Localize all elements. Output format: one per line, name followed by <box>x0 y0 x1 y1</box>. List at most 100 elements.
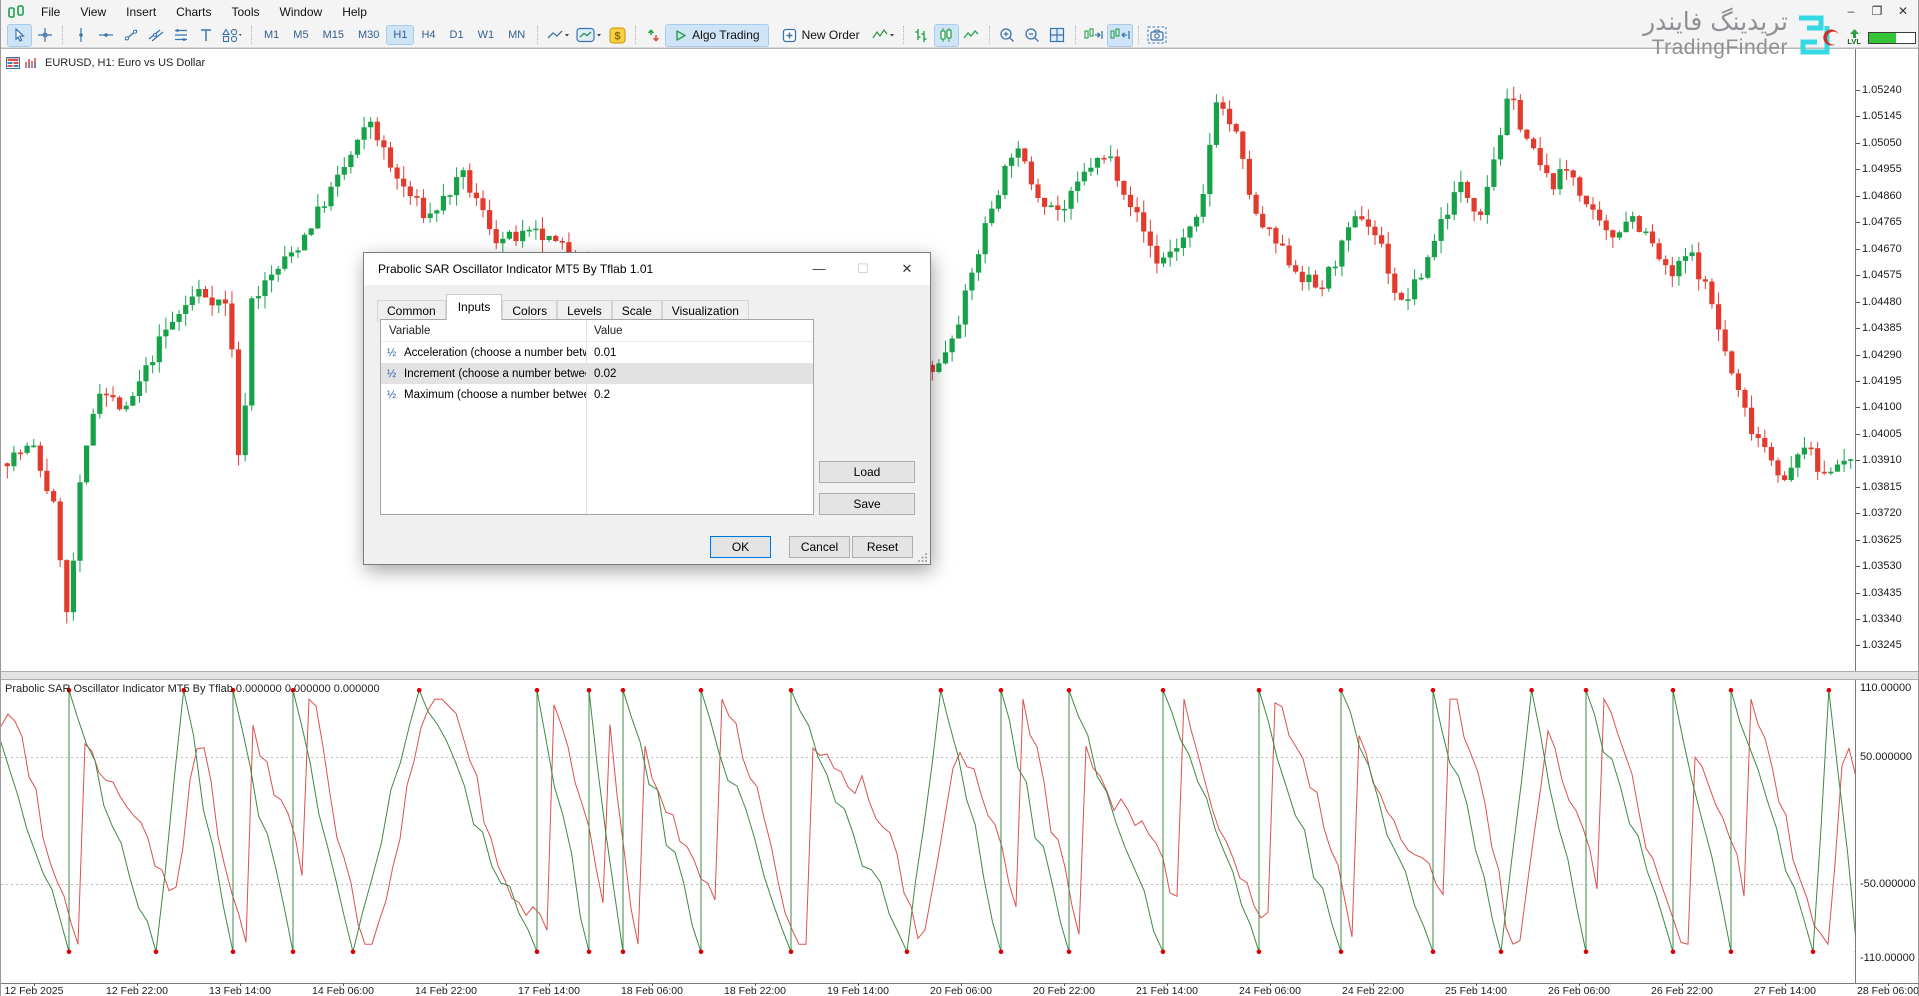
timeframe-d1-button[interactable]: D1 <box>444 26 470 44</box>
indicator-gauge-icon <box>576 27 602 44</box>
order-style-dropdown-button[interactable] <box>869 25 897 46</box>
currency-button[interactable]: $ <box>606 25 629 46</box>
time-axis[interactable]: 12 Feb 202512 Feb 22:0013 Feb 14:0014 Fe… <box>1 983 1918 996</box>
mt5-application-window: FileViewInsertChartsToolsWindowHelp – ❐ … <box>0 0 1919 996</box>
dialog-minimize-button[interactable]: — <box>797 254 841 283</box>
menu-help[interactable]: Help <box>332 2 377 22</box>
indicators-dropdown-button[interactable] <box>574 25 604 46</box>
parameter-name: Increment (choose a number between ... <box>404 368 586 380</box>
dialog-titlebar[interactable]: Prabolic SAR Oscillator Indicator MT5 By… <box>364 253 930 285</box>
horizontal-line-tool-button[interactable] <box>94 25 117 46</box>
parameters-table[interactable]: Variable Value ½Acceleration (choose a n… <box>380 319 814 515</box>
oscillator-panel[interactable]: Prabolic SAR Oscillator Indicator MT5 By… <box>1 680 1918 983</box>
menu-charts[interactable]: Charts <box>166 2 221 22</box>
parameter-row[interactable]: ½Acceleration (choose a number betwee...… <box>381 342 813 363</box>
bars-chart-type-button[interactable] <box>910 25 933 46</box>
timeframe-m15-button[interactable]: M15 <box>317 26 350 44</box>
time-axis-label: 27 Feb 14:00 <box>1754 985 1816 996</box>
price-tick <box>1856 645 1860 646</box>
trendline-tool-button[interactable] <box>119 25 142 46</box>
price-axis-label: 1.05240 <box>1862 84 1902 96</box>
menu-file[interactable]: File <box>31 2 70 22</box>
channel-tool-button[interactable] <box>144 25 167 46</box>
save-button[interactable]: Save <box>819 493 915 515</box>
new-order-label: New Order <box>802 28 860 42</box>
double-type-icon: ½ <box>387 368 400 380</box>
parameter-row[interactable]: ½Maximum (choose a number between ...0.2 <box>381 384 813 405</box>
timeframe-m5-button[interactable]: M5 <box>287 26 314 44</box>
price-axis-label: 1.05145 <box>1862 110 1902 122</box>
timeframe-mn-button[interactable]: MN <box>502 26 531 44</box>
resize-grip[interactable] <box>918 552 928 562</box>
price-tick <box>1856 487 1860 488</box>
text-tool-button[interactable] <box>194 25 217 46</box>
price-tick <box>1856 116 1860 117</box>
minimize-window-button[interactable]: – <box>1838 2 1864 20</box>
price-tick <box>1856 169 1860 170</box>
price-tick <box>1856 143 1860 144</box>
shapes-tool-button[interactable] <box>219 25 245 46</box>
load-button[interactable]: Load <box>819 461 915 483</box>
menu-tools[interactable]: Tools <box>222 2 270 22</box>
oscillator-chart[interactable] <box>1 680 1857 983</box>
cursor-tool-button[interactable] <box>8 25 31 46</box>
dialog-tab-inputs[interactable]: Inputs <box>446 294 503 320</box>
reset-button[interactable]: Reset <box>852 536 913 558</box>
progress-fill <box>1869 33 1896 43</box>
restore-window-button[interactable]: ❐ <box>1864 2 1890 20</box>
price-axis-label: 1.04100 <box>1862 401 1902 413</box>
oscillator-axis-label: 110.00000 <box>1860 682 1911 694</box>
dialog-tabs: CommonInputsColorsLevelsScaleVisualizati… <box>377 294 749 320</box>
menu-insert[interactable]: Insert <box>116 2 166 22</box>
dialog-maximize-button[interactable]: ☐ <box>841 254 885 283</box>
zoom-in-icon <box>999 27 1015 43</box>
parameter-value[interactable]: 0.2 <box>586 389 610 401</box>
algo-trading-button[interactable]: Algo Trading <box>666 25 767 46</box>
timeframe-m1-button[interactable]: M1 <box>258 26 285 44</box>
vertical-line-tool-button[interactable] <box>69 25 92 46</box>
timeframe-h1-button[interactable]: H1 <box>387 26 413 44</box>
fibonacci-icon <box>173 27 189 43</box>
algo-trading-label: Algo Trading <box>692 28 759 42</box>
screenshot-button[interactable] <box>1145 25 1169 46</box>
parameter-value[interactable]: 0.01 <box>586 347 616 359</box>
timeframe-w1-button[interactable]: W1 <box>472 26 501 44</box>
pane-separator[interactable] <box>1 671 1918 680</box>
auto-scroll-button[interactable] <box>1082 25 1106 46</box>
timeframe-h4-button[interactable]: H4 <box>415 26 441 44</box>
cancel-button[interactable]: Cancel <box>789 536 850 558</box>
line-chart-icon <box>963 27 979 43</box>
time-axis-label: 25 Feb 14:00 <box>1445 985 1507 996</box>
oscillator-axis-label: 50.000000 <box>1860 751 1912 763</box>
crosshair-tool-button[interactable] <box>33 25 56 46</box>
main-price-chart[interactable]: EURUSD, H1: Euro vs US Dollar 1.052401.0… <box>1 49 1918 671</box>
close-window-button[interactable]: ✕ <box>1890 2 1916 20</box>
line-chart-type-button[interactable] <box>960 25 983 46</box>
vertical-line-icon <box>73 27 89 43</box>
tile-windows-button[interactable] <box>1046 25 1069 46</box>
menu-window[interactable]: Window <box>270 2 333 22</box>
dialog-close-button[interactable]: ✕ <box>885 254 929 283</box>
price-axis-label: 1.04005 <box>1862 428 1902 440</box>
candles-chart-type-button[interactable] <box>935 25 958 46</box>
price-axis-label: 1.03435 <box>1862 587 1902 599</box>
timeframe-m30-button[interactable]: M30 <box>352 26 385 44</box>
price-tick <box>1856 196 1860 197</box>
shapes-icon <box>221 27 243 43</box>
price-tick <box>1856 434 1860 435</box>
zoom-in-button[interactable] <box>996 25 1019 46</box>
price-axis[interactable]: 1.052401.051451.050501.049551.048601.047… <box>1855 49 1918 671</box>
timeframe-buttons: M1M5M15M30H1H4D1W1MN <box>257 26 532 44</box>
zoom-out-button[interactable] <box>1021 25 1044 46</box>
parameter-row[interactable]: ½ Increment (choose a number between ...0… <box>381 363 813 384</box>
new-order-button[interactable]: New Order <box>774 25 868 46</box>
price-axis-label: 1.03815 <box>1862 481 1902 493</box>
oscillator-axis[interactable]: 110.0000050.000000-50.000000-110.00000 <box>1855 680 1918 983</box>
ok-button[interactable]: OK <box>710 536 771 558</box>
chart-shift-button[interactable] <box>1108 25 1132 46</box>
parameter-value[interactable]: 0.02 <box>586 368 616 380</box>
chart-style-dropdown-button[interactable] <box>544 25 572 46</box>
fibonacci-tool-button[interactable] <box>169 25 192 46</box>
depth-of-market-button[interactable] <box>642 25 665 46</box>
menu-view[interactable]: View <box>70 2 116 22</box>
